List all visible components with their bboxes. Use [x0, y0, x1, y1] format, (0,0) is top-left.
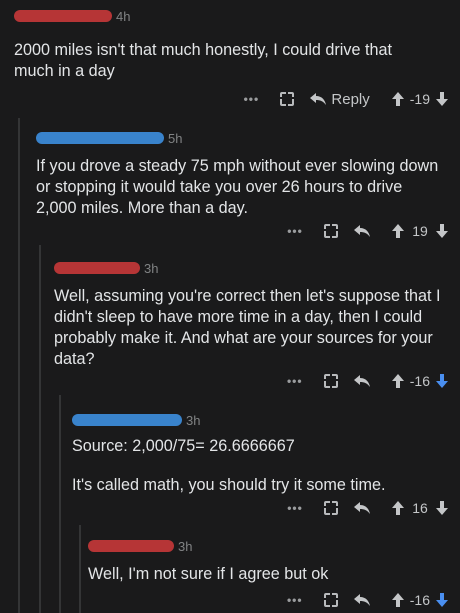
more-icon[interactable]: ••• [282, 501, 308, 515]
comment-actions: ••• 19 [220, 220, 448, 242]
vote-score: 16 [412, 500, 428, 516]
upvote-icon[interactable] [392, 224, 404, 238]
comment-timestamp: 4h [116, 8, 131, 24]
reply-button[interactable]: Reply [310, 90, 370, 108]
comment-meta: 3h [88, 536, 454, 556]
reply-arrow-icon [354, 224, 370, 237]
more-icon[interactable]: ••• [238, 92, 264, 106]
reply-button[interactable] [354, 224, 370, 238]
downvote-icon[interactable] [436, 224, 448, 238]
comment-meta: 3h [54, 258, 454, 278]
comment-actions: ••• -16 [220, 370, 448, 392]
comment-meta: 4h [14, 6, 454, 26]
downvote-icon[interactable] [436, 593, 448, 607]
more-icon[interactable]: ••• [282, 224, 308, 238]
vote-controls: 19 [392, 223, 448, 239]
upvote-icon[interactable] [392, 501, 404, 515]
upvote-icon[interactable] [391, 593, 404, 607]
comment-timestamp: 3h [186, 412, 201, 428]
redacted-username [14, 10, 112, 22]
reply-button[interactable] [353, 374, 370, 388]
comment: 4h 2000 miles isn't that much honestly, … [14, 6, 454, 82]
gift-icon[interactable] [324, 501, 338, 515]
comment: 5h If you drove a steady 75 mph without … [36, 128, 454, 219]
downvote-icon[interactable] [436, 501, 448, 515]
reply-arrow-icon [310, 92, 327, 105]
reply-button[interactable] [353, 593, 370, 607]
comment-actions: ••• 16 [220, 497, 448, 519]
comment-body: 2000 miles isn't that much honestly, I c… [14, 41, 392, 80]
vote-controls: -19 [391, 91, 448, 107]
comment-body: Well, I'm not sure if I agree but ok [88, 565, 329, 583]
more-icon[interactable]: ••• [282, 374, 308, 388]
more-icon[interactable]: ••• [282, 593, 308, 607]
redacted-username [72, 414, 182, 426]
comment-meta: 5h [36, 128, 454, 148]
reply-button[interactable] [354, 501, 370, 515]
comment: 3h Source: 2,000/75= 26.6666667 It's cal… [72, 410, 454, 496]
comment-timestamp: 5h [168, 130, 183, 146]
vote-controls: -16 [391, 592, 448, 608]
gift-icon[interactable] [324, 224, 338, 238]
upvote-icon[interactable] [391, 374, 404, 388]
comment-body: If you drove a steady 75 mph without eve… [36, 157, 439, 217]
downvote-icon[interactable] [436, 92, 448, 106]
reply-arrow-icon [353, 593, 370, 606]
comment-body-line: It's called math, you should try it some… [72, 476, 386, 494]
thread-line [79, 525, 81, 613]
vote-score: -19 [409, 91, 430, 107]
gift-icon[interactable] [323, 374, 338, 388]
comment: 3h Well, assuming you're correct then le… [54, 258, 454, 370]
comment-actions: ••• -16 [220, 589, 448, 611]
gift-icon[interactable] [323, 593, 338, 607]
redacted-username [36, 132, 164, 144]
comment-body: Well, assuming you're correct then let's… [54, 287, 441, 368]
comment-actions: ••• Reply -19 [190, 88, 448, 110]
thread-line [18, 118, 20, 613]
comment-timestamp: 3h [178, 538, 193, 554]
vote-score: 19 [412, 223, 428, 239]
vote-controls: -16 [391, 373, 448, 389]
upvote-icon[interactable] [391, 92, 404, 106]
thread-line [59, 395, 61, 613]
vote-score: -16 [409, 373, 430, 389]
reply-arrow-icon [354, 501, 370, 514]
reply-label: Reply [331, 90, 370, 108]
gift-icon[interactable] [280, 92, 295, 106]
comment-body: Source: 2,000/75= 26.6666667 [72, 437, 295, 455]
comment-timestamp: 3h [144, 260, 159, 276]
redacted-username [54, 262, 140, 274]
redacted-username [88, 540, 174, 552]
vote-controls: 16 [392, 500, 448, 516]
vote-score: -16 [409, 592, 430, 608]
thread-line [39, 245, 41, 613]
downvote-icon[interactable] [436, 374, 448, 388]
comment: 3h Well, I'm not sure if I agree but ok [88, 536, 454, 585]
reply-arrow-icon [353, 374, 370, 387]
comment-meta: 3h [72, 410, 454, 430]
